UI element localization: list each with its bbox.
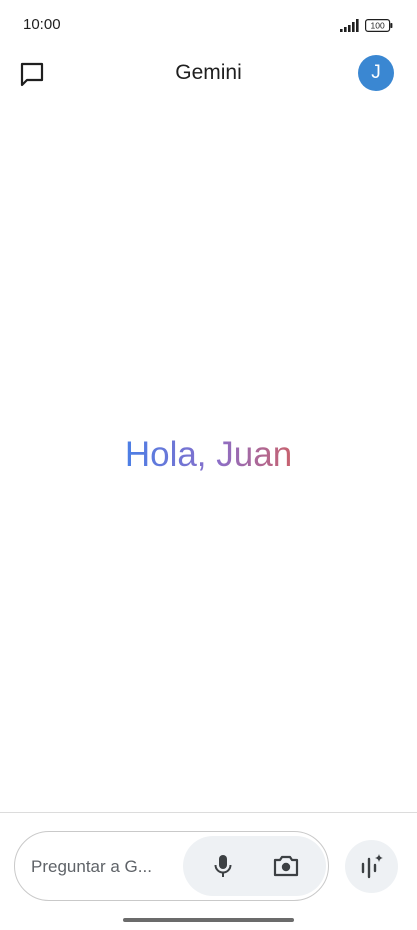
signal-icon bbox=[340, 19, 359, 32]
greeting-text: Hola, Juan bbox=[124, 435, 293, 474]
live-button[interactable] bbox=[345, 840, 398, 893]
prompt-input[interactable] bbox=[31, 854, 181, 880]
microphone-icon[interactable] bbox=[209, 852, 237, 880]
avatar[interactable]: J bbox=[358, 55, 394, 91]
greeting: Hola, Juan bbox=[0, 433, 417, 477]
bottom-divider bbox=[0, 812, 417, 813]
chat-icon[interactable] bbox=[19, 61, 45, 87]
home-indicator[interactable] bbox=[123, 918, 294, 922]
status-time: 10:00 bbox=[23, 16, 61, 33]
top-app-bar: Gemini J bbox=[0, 50, 417, 98]
prompt-bar bbox=[14, 831, 329, 901]
live-waveform-sparkle-icon bbox=[361, 854, 383, 879]
battery-level: 100 bbox=[371, 21, 385, 31]
prompt-tools-group bbox=[183, 836, 326, 896]
camera-icon[interactable] bbox=[271, 852, 301, 880]
app-title: Gemini bbox=[175, 61, 242, 84]
battery-icon: 100 bbox=[365, 19, 393, 32]
status-bar: 10:00 100 bbox=[0, 0, 417, 50]
